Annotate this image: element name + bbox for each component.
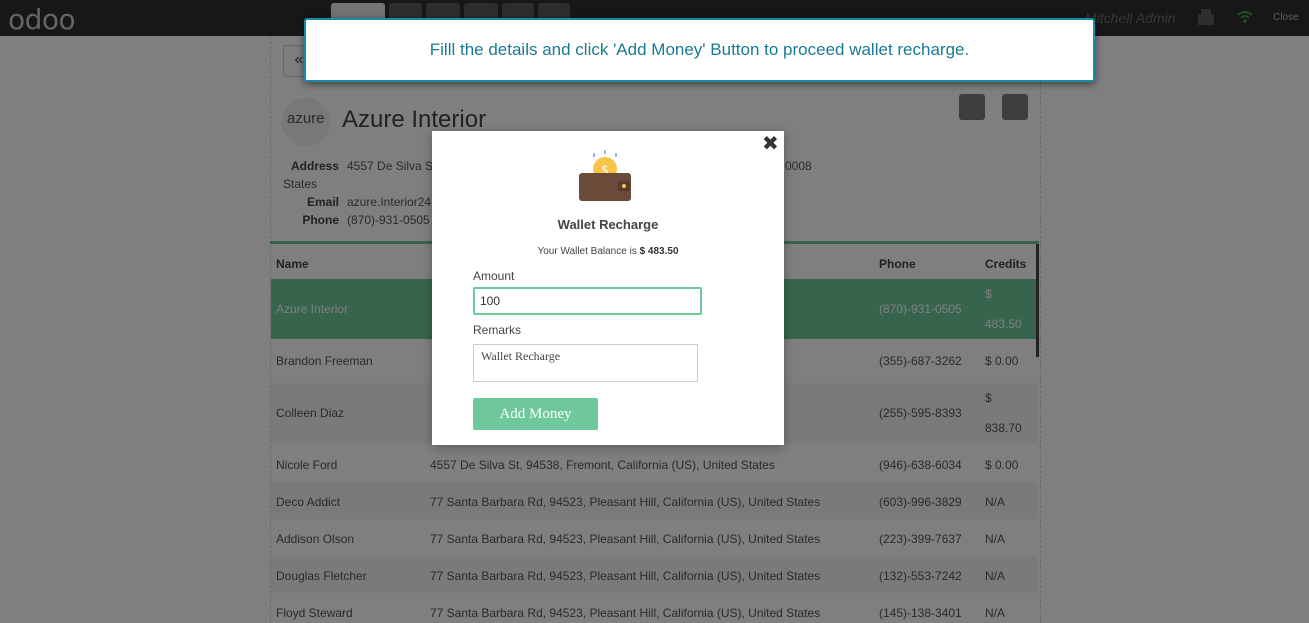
close-icon[interactable]: ✖: [762, 133, 779, 155]
guide-tooltip: Filll the details and click 'Add Money' …: [304, 18, 1095, 82]
remarks-textarea[interactable]: Wallet Recharge: [473, 344, 698, 382]
wallet-balance-value: $ 483.50: [639, 246, 679, 257]
wallet-balance-text: Your Wallet Balance is $ 483.50: [537, 246, 679, 257]
remarks-label: Remarks: [473, 323, 522, 337]
add-money-button[interactable]: Add Money: [473, 398, 598, 430]
wallet-recharge-dialog: ✖ $ Wallet Recharge Your Wallet Balance …: [432, 131, 784, 445]
amount-input[interactable]: [473, 287, 702, 315]
amount-label: Amount: [473, 269, 515, 283]
tooltip-text: Filll the details and click 'Add Money' …: [429, 40, 970, 59]
wallet-icon: $: [579, 150, 631, 201]
dialog-title: Wallet Recharge: [557, 217, 659, 232]
